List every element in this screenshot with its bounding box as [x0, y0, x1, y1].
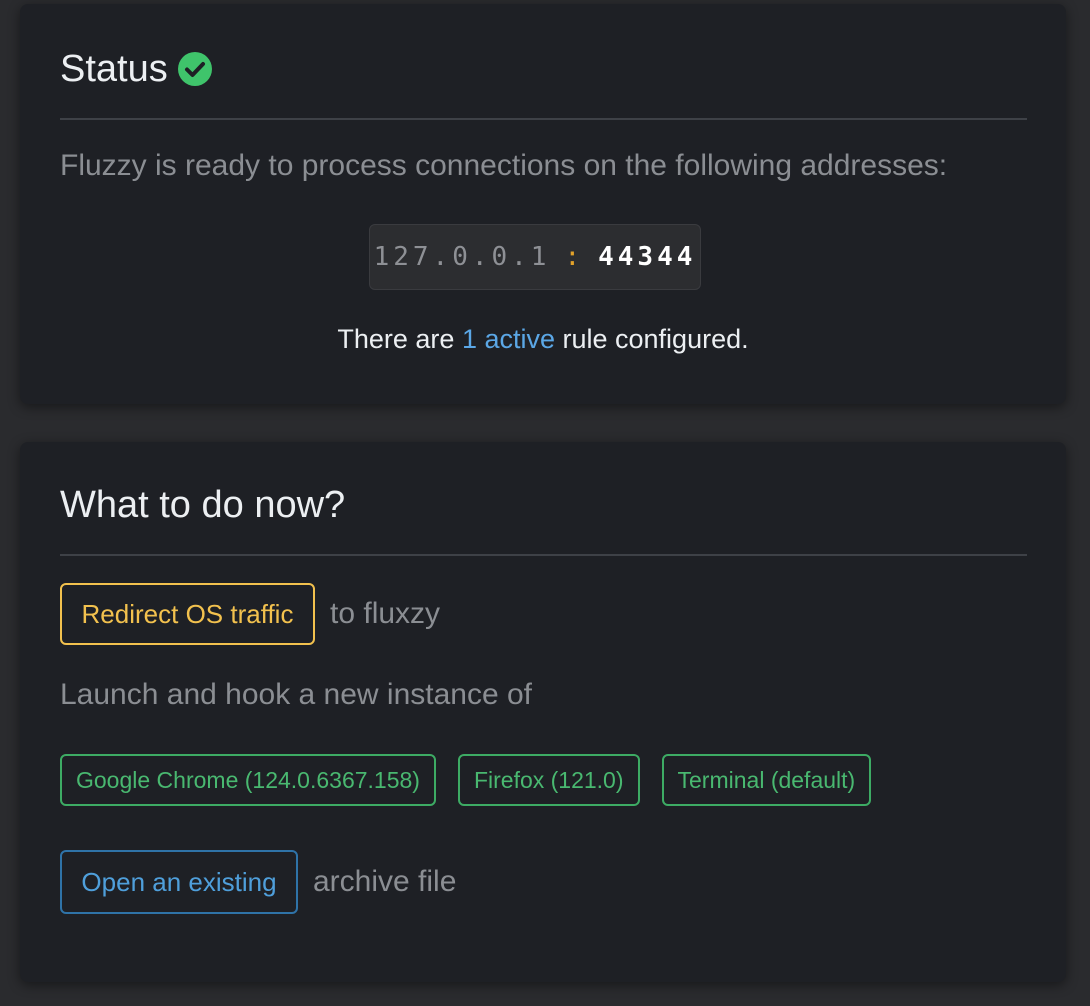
- redirect-os-traffic-button[interactable]: Redirect OS traffic: [60, 583, 315, 645]
- rules-prefix: There are: [337, 324, 462, 354]
- open-archive-row: Open an existing archive file: [60, 850, 456, 914]
- launch-firefox-button[interactable]: Firefox (121.0): [457, 754, 640, 806]
- launch-chrome-button[interactable]: Google Chrome (124.0.6367.158): [60, 754, 436, 806]
- launch-text: Launch and hook a new instance of: [60, 678, 533, 711]
- rules-suffix: rule configured.: [555, 324, 749, 354]
- active-rules-link[interactable]: 1 active: [462, 324, 555, 354]
- address-separator: :: [564, 242, 585, 272]
- status-divider: [60, 118, 1027, 120]
- check-circle-icon: [177, 52, 212, 86]
- status-card: Status Fluzzy is ready to process connec…: [20, 4, 1066, 404]
- status-title: Status: [60, 50, 212, 88]
- status-title-text: Status: [60, 48, 168, 90]
- browser-list: Google Chrome (124.0.6367.158) Firefox (…: [60, 754, 893, 806]
- status-description: Fluzzy is ready to process connections o…: [60, 149, 948, 182]
- launch-terminal-button[interactable]: Terminal (default): [661, 754, 872, 806]
- address-port: 44344: [598, 242, 697, 272]
- rules-summary: There are 1 active rule configured.: [20, 324, 1066, 355]
- listen-address: 127.0.0.1 : 44344: [369, 224, 701, 290]
- open-existing-button[interactable]: Open an existing: [60, 850, 298, 914]
- address-ip: 127.0.0.1: [373, 242, 551, 272]
- todo-title: What to do now?: [60, 484, 346, 526]
- redirect-row: Redirect OS traffic to fluxzy: [60, 583, 440, 645]
- redirect-suffix: to fluxzy: [330, 597, 441, 630]
- todo-divider: [60, 554, 1027, 556]
- todo-card: What to do now? Redirect OS traffic to f…: [20, 442, 1066, 982]
- open-suffix: archive file: [313, 865, 457, 898]
